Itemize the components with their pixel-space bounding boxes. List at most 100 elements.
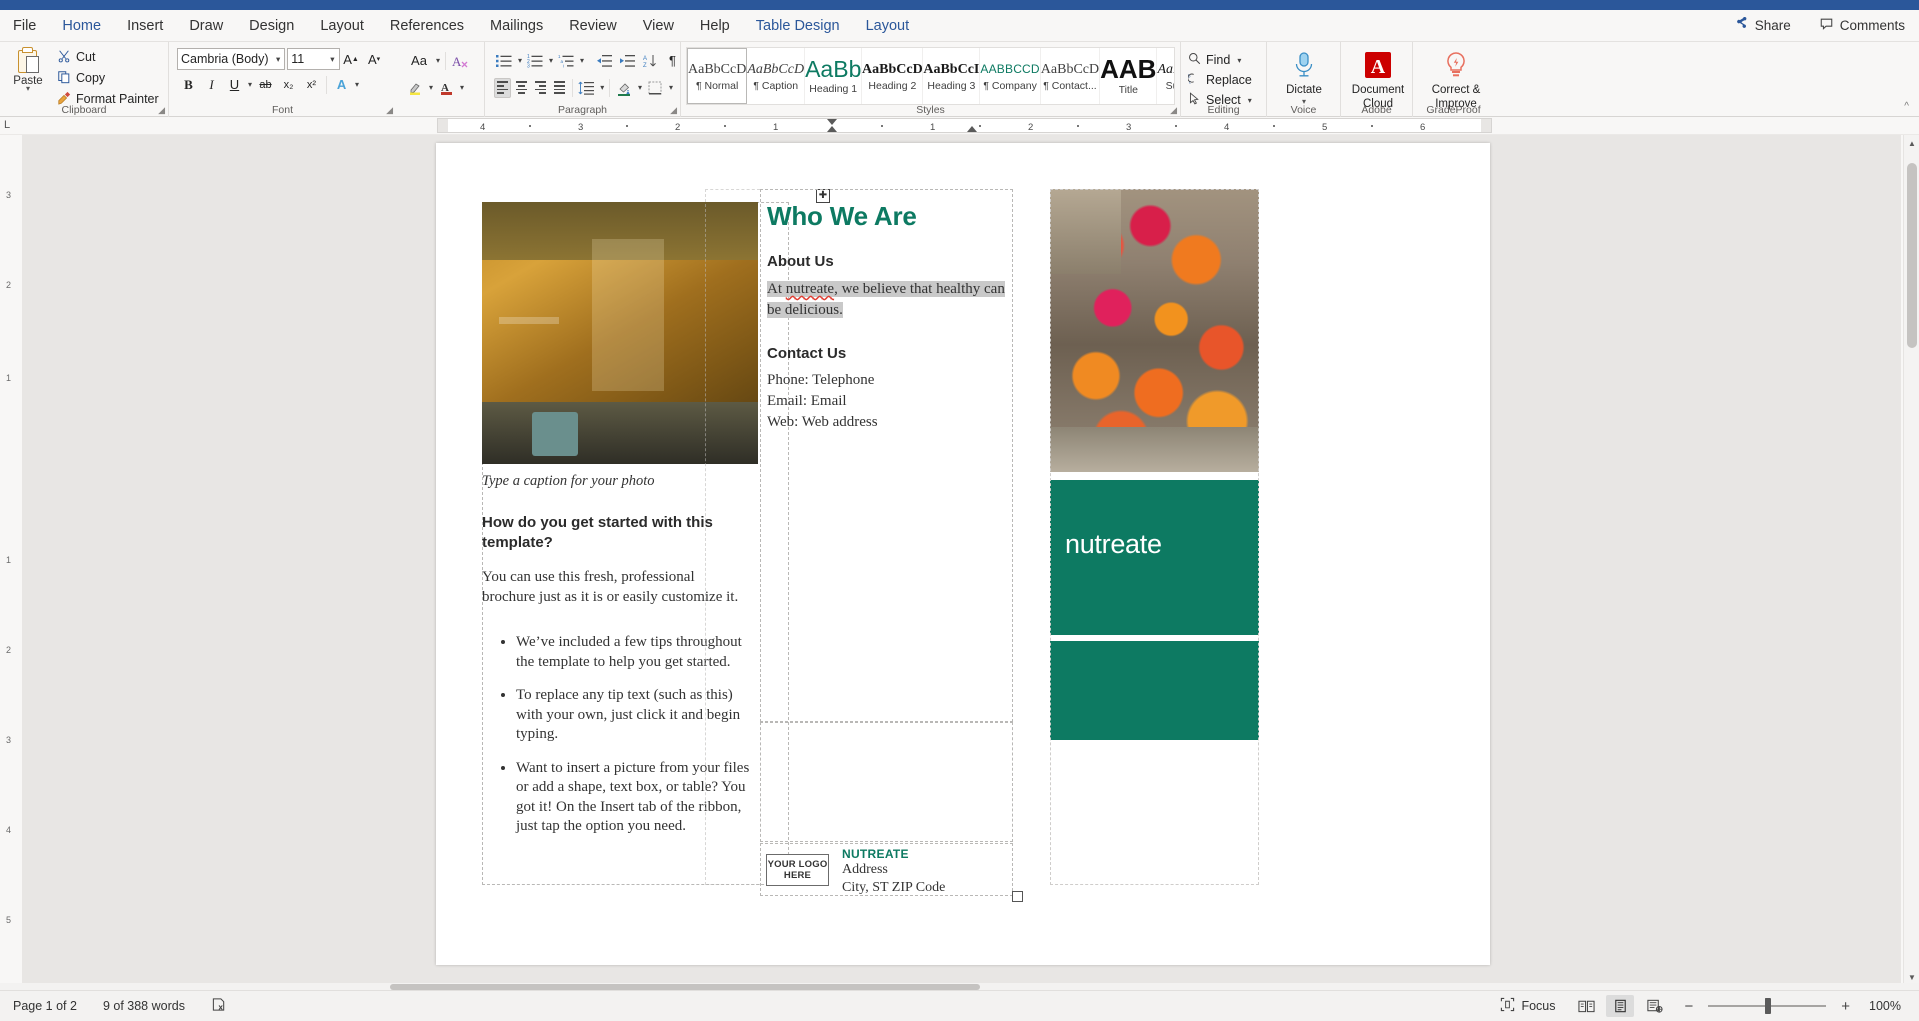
- numbering-button[interactable]: 123: [525, 50, 546, 71]
- find-button[interactable]: Find ▾: [1186, 50, 1261, 70]
- strikethrough-button[interactable]: ab: [255, 74, 276, 95]
- paste-button[interactable]: Paste ▾: [5, 47, 51, 92]
- zoom-level-button[interactable]: 100%: [1856, 999, 1919, 1013]
- tab-review[interactable]: Review: [556, 11, 630, 41]
- style-subtitle[interactable]: AaBbCcI Subtitle: [1157, 48, 1175, 104]
- cut-button[interactable]: Cut: [53, 47, 163, 67]
- who-we-are-title[interactable]: Who We Are: [767, 201, 917, 232]
- replace-button[interactable]: bc Replace: [1186, 70, 1261, 90]
- vertical-scrollbar[interactable]: ▲ ▼: [1903, 135, 1919, 985]
- decrease-indent-button[interactable]: [593, 50, 614, 71]
- tab-file[interactable]: File: [0, 11, 49, 41]
- style-company[interactable]: AABBCCD ¶ Company: [980, 48, 1040, 104]
- tab-draw[interactable]: Draw: [176, 11, 236, 41]
- zoom-slider-thumb[interactable]: [1765, 998, 1771, 1014]
- paragraph-dialog-launcher[interactable]: ◢: [670, 105, 677, 116]
- horizontal-scrollbar[interactable]: [0, 983, 1919, 990]
- left-column-heading[interactable]: How do you get started with this templat…: [482, 513, 732, 552]
- collapse-ribbon-button[interactable]: ^: [1904, 101, 1919, 116]
- style-heading-1[interactable]: AaBb Heading 1: [805, 48, 862, 104]
- print-layout-button[interactable]: [1606, 995, 1634, 1017]
- chevron-down-icon[interactable]: ▾: [1235, 56, 1243, 65]
- column-2-lower-frame[interactable]: [760, 722, 1013, 842]
- chevron-down-icon[interactable]: ▾: [434, 56, 442, 65]
- change-case-button[interactable]: Aa: [405, 50, 433, 71]
- highlight-color-button[interactable]: [405, 77, 426, 98]
- subscript-button[interactable]: x₂: [278, 74, 299, 95]
- zoom-control[interactable]: − +: [1672, 998, 1856, 1015]
- vertical-ruler[interactable]: 3 2 1 1 2 3 4 5: [0, 135, 22, 985]
- style-contact[interactable]: AaBbCcD ¶ Contact...: [1041, 48, 1100, 104]
- page-indicator[interactable]: Page 1 of 2: [0, 999, 90, 1013]
- style-heading-2[interactable]: AaBbCcD Heading 2: [862, 48, 923, 104]
- vertical-scroll-thumb[interactable]: [1907, 163, 1917, 348]
- logo-placeholder[interactable]: YOUR LOGO HERE: [766, 854, 829, 886]
- bullets-button[interactable]: [494, 50, 515, 71]
- sort-button[interactable]: AZ: [639, 50, 660, 71]
- style-title[interactable]: AAB Title: [1100, 48, 1157, 104]
- proofing-status-button[interactable]: [198, 997, 240, 1015]
- copy-button[interactable]: Copy: [53, 68, 163, 88]
- styles-gallery[interactable]: AaBbCcD ¶ Normal AaBbCcD ¶ Caption AaBb …: [686, 47, 1175, 105]
- word-count[interactable]: 9 of 388 words: [90, 999, 198, 1013]
- clear-formatting-button[interactable]: A: [450, 50, 471, 71]
- document-cloud-button[interactable]: A Document Cloud: [1346, 49, 1410, 111]
- correct-and-improve-button[interactable]: Correct & Improve: [1418, 49, 1494, 111]
- chevron-down-icon[interactable]: ▾: [598, 83, 606, 92]
- chevron-down-icon[interactable]: ▾: [547, 56, 555, 65]
- font-color-button[interactable]: A: [436, 77, 457, 98]
- web-layout-button[interactable]: [1640, 995, 1668, 1017]
- first-line-indent-marker[interactable]: [827, 119, 837, 125]
- font-size-combobox[interactable]: 11 ▾: [287, 48, 339, 70]
- right-indent-marker[interactable]: [967, 126, 977, 132]
- scroll-up-arrow-icon[interactable]: ▲: [1904, 135, 1919, 151]
- chevron-down-icon[interactable]: ▾: [330, 54, 338, 65]
- chevron-down-icon[interactable]: ▾: [516, 56, 524, 65]
- bold-button[interactable]: B: [178, 74, 199, 95]
- superscript-button[interactable]: x²: [301, 74, 322, 95]
- left-indent-marker[interactable]: [827, 126, 837, 132]
- underline-button[interactable]: U: [224, 74, 245, 95]
- footer-address-block[interactable]: NUTREATE Address City, ST ZIP Code: [842, 847, 992, 897]
- italic-button[interactable]: I: [201, 74, 222, 95]
- document-page-1[interactable]: ✚ Type a caption for your photo How do y…: [436, 143, 1490, 965]
- clipboard-dialog-launcher[interactable]: ◢: [158, 105, 165, 116]
- style-heading-3[interactable]: AaBbCcI Heading 3: [923, 48, 980, 104]
- about-us-heading[interactable]: About Us: [767, 253, 834, 270]
- chevron-down-icon[interactable]: ▾: [427, 83, 435, 92]
- zoom-slider[interactable]: [1708, 1005, 1826, 1007]
- zoom-in-button[interactable]: +: [1841, 998, 1850, 1015]
- horizontal-ruler[interactable]: 4 3 2 1 1 2 3 4 5 6: [437, 118, 1492, 133]
- tab-references[interactable]: References: [377, 11, 477, 41]
- shading-button[interactable]: [614, 77, 635, 98]
- align-right-button[interactable]: [532, 78, 549, 98]
- misspelled-word[interactable]: nutreate: [786, 281, 834, 297]
- chevron-down-icon[interactable]: ▾: [246, 80, 254, 89]
- tab-view[interactable]: View: [630, 11, 687, 41]
- read-mode-button[interactable]: [1572, 995, 1600, 1017]
- contact-us-heading[interactable]: Contact Us: [767, 345, 846, 362]
- chevron-down-icon[interactable]: ▾: [26, 86, 30, 92]
- chevron-down-icon[interactable]: ▾: [458, 83, 466, 92]
- tab-layout[interactable]: Layout: [307, 11, 377, 41]
- comments-button[interactable]: Comments: [1805, 14, 1919, 37]
- zoom-out-button[interactable]: −: [1684, 998, 1693, 1015]
- tab-help[interactable]: Help: [687, 11, 743, 41]
- right-panel-frame[interactable]: [1050, 189, 1259, 885]
- align-left-button[interactable]: [494, 78, 511, 98]
- quick-access-toolbar[interactable]: [300, 0, 940, 9]
- table-resize-handle[interactable]: [1012, 891, 1023, 902]
- chevron-down-icon[interactable]: ▾: [276, 54, 284, 65]
- focus-mode-button[interactable]: Focus: [1487, 997, 1568, 1015]
- contact-details[interactable]: Phone: Telephone Email: Email Web: Web a…: [767, 370, 1007, 433]
- shrink-font-button[interactable]: A▾: [364, 49, 385, 70]
- multilevel-list-button[interactable]: 1ai: [556, 50, 577, 71]
- about-us-paragraph[interactable]: At nutreate, we believe that healthy can…: [767, 279, 1015, 321]
- grow-font-button[interactable]: A▲: [341, 49, 362, 70]
- tab-design[interactable]: Design: [236, 11, 307, 41]
- tab-stop-selector[interactable]: L: [4, 119, 10, 131]
- increase-indent-button[interactable]: [616, 50, 637, 71]
- styles-dialog-launcher[interactable]: ◢: [1170, 105, 1177, 116]
- font-name-combobox[interactable]: Cambria (Body) ▾: [177, 48, 285, 70]
- chevron-down-icon[interactable]: ▾: [667, 83, 675, 92]
